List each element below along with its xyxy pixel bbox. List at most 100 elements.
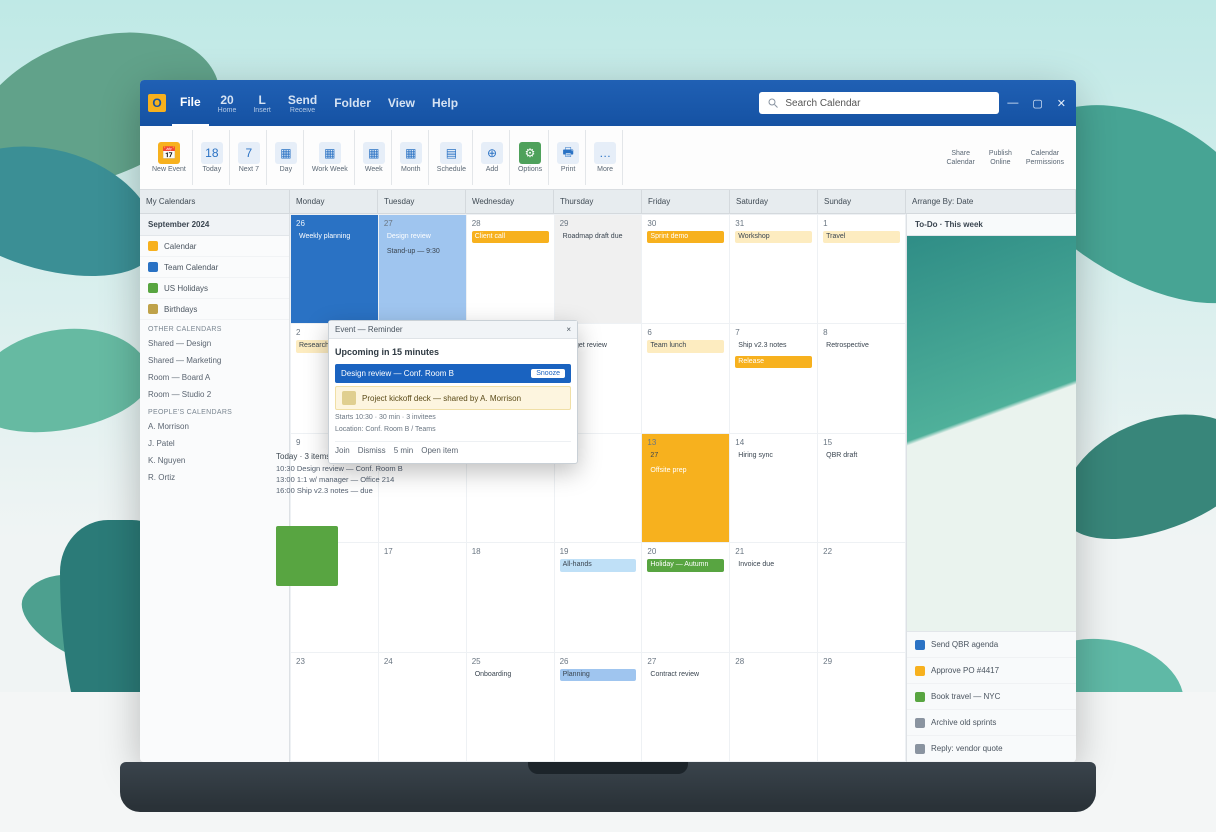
tab-home[interactable]: 20 Home [210,80,245,126]
sidebar-cal-item[interactable]: Birthdays [140,299,289,320]
calendar-event[interactable]: Invoice due [735,559,812,571]
calendar-cell[interactable]: 29Roadmap draft due [555,215,642,323]
calendar-event[interactable]: Hiring sync [735,450,812,462]
ribbon-schedule[interactable]: ▤ Schedule [431,130,473,185]
calendar-event[interactable]: QBR draft [823,450,900,462]
calendar-cell[interactable]: 29 [818,653,905,761]
calendar-cell[interactable]: 14Hiring sync [730,434,817,542]
sidebar-subitem[interactable]: Shared — Design [140,335,289,352]
calendar-cell[interactable]: 28 [730,653,817,761]
calendar-event[interactable]: Sprint demo [647,231,724,243]
snooze-pill[interactable]: Snooze [531,369,565,378]
colhead-sun[interactable]: Sunday [818,190,906,213]
tab-file[interactable]: File [172,80,209,126]
task-row[interactable]: Book travel — NYC [907,684,1076,710]
colhead-sidebar[interactable]: My Calendars [140,190,290,213]
calendar-event[interactable]: Design review [384,231,461,243]
colhead-wed[interactable]: Wednesday [466,190,554,213]
calendar-event[interactable]: Holiday — Autumn [647,559,724,571]
ribbon-day[interactable]: ▦ Day [269,130,304,185]
tab-help[interactable]: Help [424,80,466,126]
calendar-event[interactable]: Team lunch [647,340,724,352]
calendar-event[interactable]: Travel [823,231,900,243]
sidebar-month-header[interactable]: September 2024 [140,214,289,236]
ribbon-permissions[interactable]: Calendar Permissions [1020,130,1070,185]
task-row[interactable]: Approve PO #4417 [907,658,1076,684]
agenda-row[interactable]: 16:00 Ship v2.3 notes — due [276,485,506,496]
tab-insert[interactable]: L Insert [245,80,279,126]
maximize-button[interactable]: ▢ [1032,97,1042,110]
colhead-thu[interactable]: Thursday [554,190,642,213]
calendar-event[interactable]: Ship v2.3 notes [735,340,812,352]
ribbon-month[interactable]: ▦ Month [394,130,429,185]
calendar-event[interactable]: 27 [647,450,724,462]
popup-primary-item[interactable]: Design review — Conf. Room B Snooze [335,364,571,383]
calendar-event[interactable]: Workshop [735,231,812,243]
calendar-cell[interactable]: 6Team lunch [642,324,729,432]
ribbon-new-event[interactable]: 📅 New Event [146,130,193,185]
calendar-cell[interactable]: 30Sprint demo [642,215,729,323]
agenda-row[interactable]: 10:30 Design review — Conf. Room B [276,463,506,474]
calendar-cell[interactable]: 23 [291,653,378,761]
tab-send-receive[interactable]: Send Receive [280,80,325,126]
calendar-cell[interactable]: 31Workshop [730,215,817,323]
calendar-cell[interactable]: 26Weekly planning [291,215,378,323]
calendar-cell[interactable]: 7Ship v2.3 notesRelease [730,324,817,432]
sidebar-subitem[interactable]: K. Nguyen [140,452,289,469]
ribbon-next7[interactable]: 7 Next 7 [232,130,267,185]
calendar-cell[interactable]: 8Retrospective [818,324,905,432]
tab-folder[interactable]: Folder [326,80,379,126]
close-icon[interactable]: × [566,325,571,334]
task-row[interactable]: Send QBR agenda [907,632,1076,658]
calendar-event[interactable]: Release [735,356,812,368]
search-input[interactable]: Search Calendar [759,92,999,114]
close-button[interactable]: ✕ [1057,97,1066,110]
minimize-button[interactable]: — [1007,97,1018,110]
calendar-event[interactable]: Weekly planning [296,231,373,243]
calendar-cell[interactable]: 26Planning [555,653,642,761]
sidebar-subitem[interactable]: A. Morrison [140,418,289,435]
colhead-arrange[interactable]: Arrange By: Date [906,190,1076,213]
ribbon-print[interactable]: 🖶 Print [551,130,586,185]
sidebar-cal-item[interactable]: Calendar [140,236,289,257]
calendar-event[interactable]: Onboarding [472,669,549,681]
colhead-sat[interactable]: Saturday [730,190,818,213]
calendar-event[interactable]: Stand-up — 9:30 [384,246,461,258]
sidebar-cal-item[interactable]: Team Calendar [140,257,289,278]
tab-view[interactable]: View [380,80,423,126]
popup-titlebar[interactable]: Event — Reminder × [329,321,577,339]
colhead-fri[interactable]: Friday [642,190,730,213]
calendar-cell[interactable]: 1Travel [818,215,905,323]
ribbon-workweek[interactable]: ▦ Work Week [306,130,355,185]
calendar-event[interactable]: Planning [560,669,637,681]
calendar-cell[interactable]: 28Client call [467,215,554,323]
sidebar-subitem[interactable]: Room — Board A [140,369,289,386]
colhead-mon[interactable]: Monday [290,190,378,213]
ribbon-week[interactable]: ▦ Week [357,130,392,185]
popup-secondary-item[interactable]: Project kickoff deck — shared by A. Morr… [335,386,571,410]
calendar-cell[interactable]: 27Contract review [642,653,729,761]
task-row[interactable]: Reply: vendor quote [907,736,1076,762]
sidebar-subitem[interactable]: J. Patel [140,435,289,452]
agenda-row[interactable]: 13:00 1:1 w/ manager — Office 214 [276,474,506,485]
calendar-cell[interactable]: 22 [818,543,905,651]
calendar-cell[interactable]: 20Holiday — Autumn [642,543,729,651]
calendar-cell[interactable]: 19All-hands [555,543,642,651]
ribbon-options[interactable]: ⚙ Options [512,130,549,185]
calendar-cell[interactable]: 27Design reviewStand-up — 9:30 [379,215,466,323]
calendar-cell[interactable]: 1327Offsite prep [642,434,729,542]
ribbon-more[interactable]: … More [588,130,623,185]
calendar-event[interactable]: Roadmap draft due [560,231,637,243]
sidebar-subitem[interactable]: Room — Studio 2 [140,386,289,403]
calendar-event[interactable]: Contract review [647,669,724,681]
calendar-event[interactable]: Offsite prep [647,465,724,477]
calendar-cell[interactable]: 21Invoice due [730,543,817,651]
ribbon-share[interactable]: Share Calendar [940,130,980,185]
sidebar-subitem[interactable]: R. Ortiz [140,469,289,486]
calendar-cell[interactable]: 15QBR draft [818,434,905,542]
popup-action-join[interactable]: Join [335,446,350,455]
calendar-event[interactable]: Client call [472,231,549,243]
sidebar-cal-item[interactable]: US Holidays [140,278,289,299]
popup-action-open[interactable]: Open item [421,446,458,455]
ribbon-today[interactable]: 18 Today [195,130,230,185]
